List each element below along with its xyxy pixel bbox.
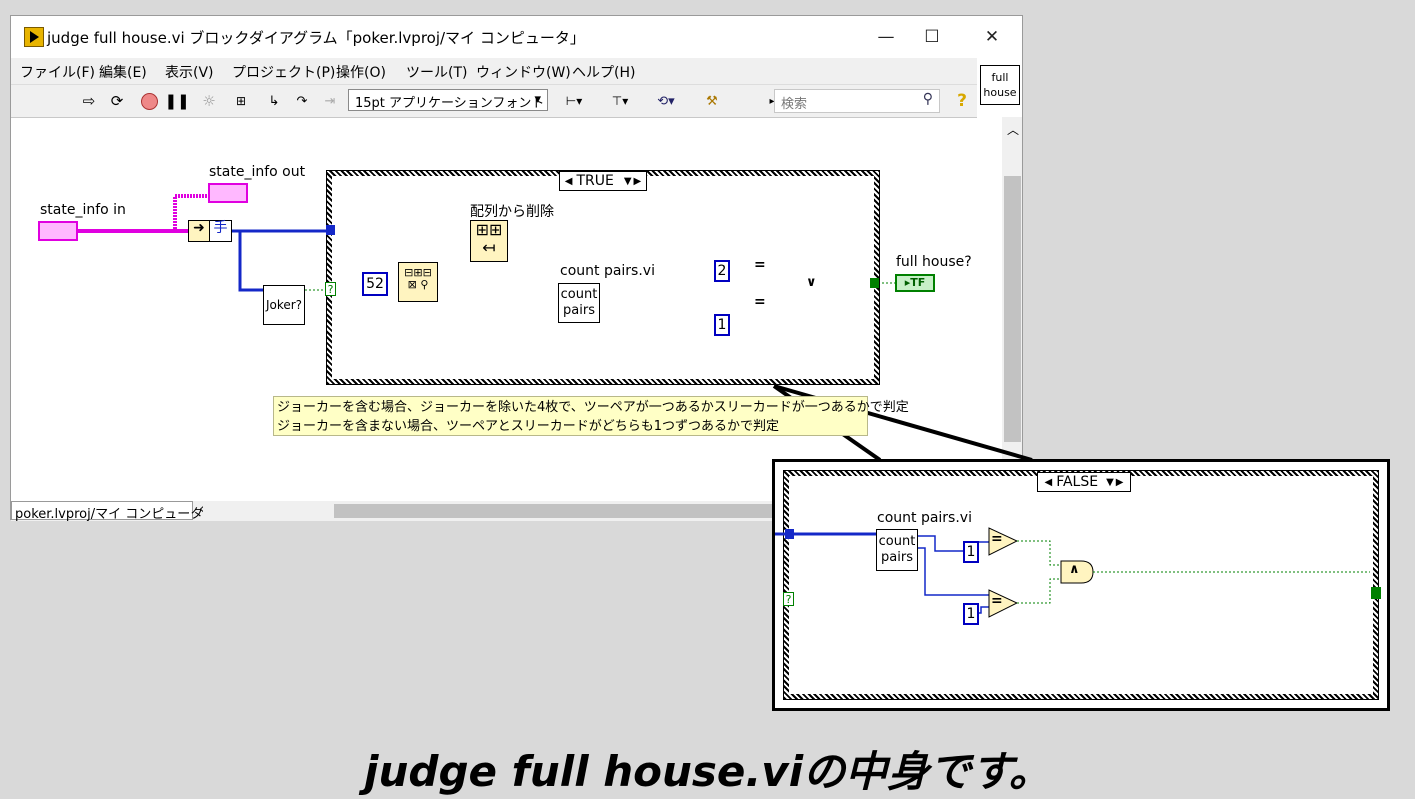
state-out-terminal[interactable] xyxy=(208,183,248,203)
count-pairs-label: count pairs.vi xyxy=(560,263,655,279)
chevron-down-icon[interactable]: ▼ xyxy=(624,176,632,187)
zoom-callout: ◀ FALSE ▼ ▶ ? count pairs.vi count pairs… xyxy=(772,459,1390,711)
false-output-tunnel xyxy=(1371,587,1381,599)
case-selector-true[interactable]: ◀ TRUE ▼ ▶ xyxy=(559,171,647,191)
const-2[interactable]: 2 xyxy=(714,260,730,282)
delete-from-array-label: 配列から削除 xyxy=(470,204,554,220)
slide-caption: judge full house.viの中身です。 xyxy=(364,747,1051,796)
zoom-equal-node-1[interactable]: = xyxy=(991,531,1003,547)
false-selector-terminal: ? xyxy=(783,592,794,606)
case-selector-false[interactable]: ◀ FALSE ▼ ▶ xyxy=(1037,472,1131,492)
equal-node-2[interactable]: = xyxy=(754,294,766,310)
state-in-terminal[interactable] xyxy=(38,221,78,241)
case-input-tunnel xyxy=(326,225,335,235)
const-1[interactable]: 1 xyxy=(714,314,730,336)
prev-case-icon[interactable]: ◀ xyxy=(1045,477,1053,488)
zoom-count-pairs-label: count pairs.vi xyxy=(877,510,972,526)
unbundle-arrow-icon: ➜ xyxy=(189,221,210,241)
and-node[interactable]: ∧ xyxy=(1069,562,1080,577)
search-array-node[interactable]: ⊟⊞⊟ ⊠ ⚲ xyxy=(398,262,438,302)
case-selector-terminal: ? xyxy=(325,282,336,296)
or-node[interactable]: ∨ xyxy=(806,275,817,290)
hand-label: 手 xyxy=(213,220,228,236)
next-case-icon[interactable]: ▶ xyxy=(1116,477,1124,488)
comment-line-2: ジョーカーを含まない場合、ツーペアとスリーカードがどちらも1つずつあるかで判定 xyxy=(277,419,780,434)
zoom-const-1a[interactable]: 1 xyxy=(963,541,979,563)
next-case-icon[interactable]: ▶ xyxy=(634,176,642,187)
equal-node-1[interactable]: = xyxy=(754,257,766,273)
zoom-count-pairs-subvi[interactable]: count pairs xyxy=(876,529,918,571)
zoom-equal-node-2[interactable]: = xyxy=(991,593,1003,609)
chevron-down-icon[interactable]: ▼ xyxy=(1106,477,1114,488)
zoom-const-1b[interactable]: 1 xyxy=(963,603,979,625)
case-selector-false-value: FALSE xyxy=(1056,474,1099,490)
output-label: full house? xyxy=(896,254,972,270)
count-pairs-subvi[interactable]: count pairs xyxy=(558,283,600,323)
false-input-tunnel xyxy=(785,529,794,539)
diagram-comment[interactable]: ジョーカーを含む場合、ジョーカーを除いた4枚で、ツーペアが一つあるかスリーカード… xyxy=(273,396,909,436)
comment-line-1: ジョーカーを含む場合、ジョーカーを除いた4枚で、ツーペアが一つあるかスリーカード… xyxy=(277,400,909,415)
unbundle-node[interactable]: ➜ 手 xyxy=(188,220,232,242)
state-in-label: state_info in xyxy=(40,202,126,218)
prev-case-icon[interactable]: ◀ xyxy=(565,176,573,187)
const-52[interactable]: 52 xyxy=(362,272,388,296)
case-output-tunnel xyxy=(870,278,879,288)
joker-subvi[interactable]: Joker? xyxy=(263,285,305,325)
case-selector-value: TRUE xyxy=(576,173,614,189)
delete-from-array-node[interactable]: ⊞⊞ ↤ xyxy=(470,220,508,262)
zoom-wires xyxy=(775,527,1370,618)
output-terminal[interactable]: ▸TF xyxy=(895,274,935,292)
state-out-label: state_info out xyxy=(209,164,306,180)
